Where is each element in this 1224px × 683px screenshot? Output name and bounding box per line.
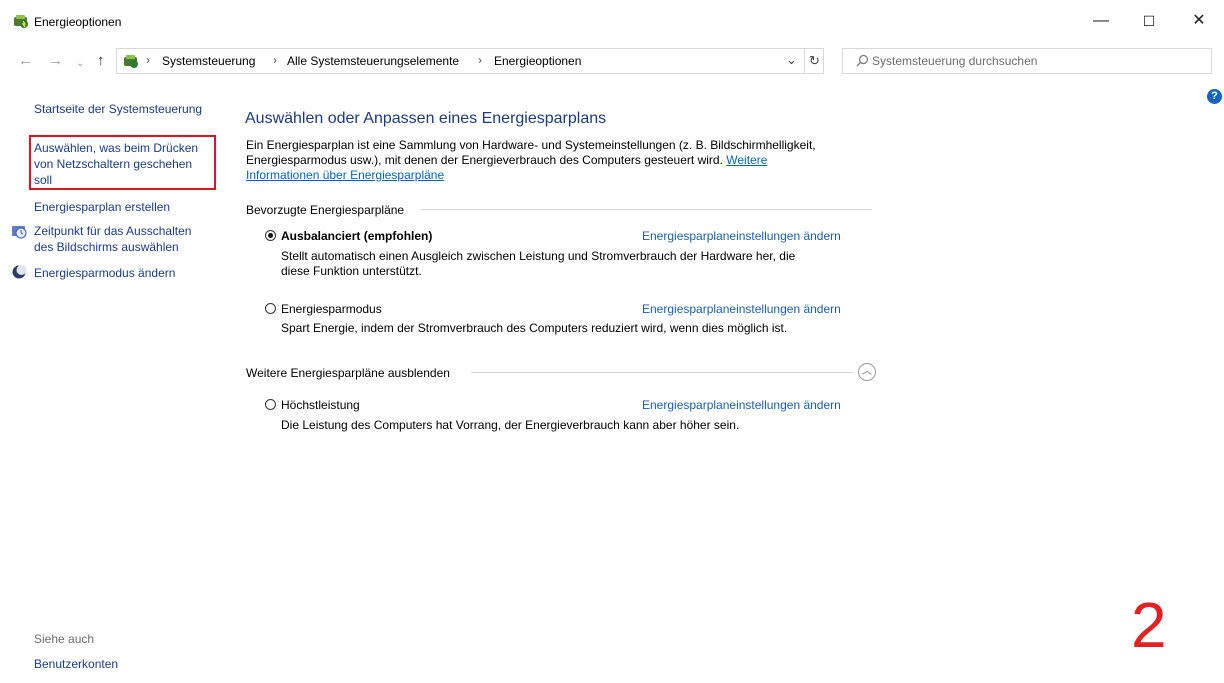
power-options-icon (14, 15, 28, 28)
sidebar-item-create-plan[interactable]: Energiesparplan erstellen (34, 199, 170, 215)
plan-name-balanced[interactable]: Ausbalanciert (empfohlen) (281, 229, 432, 243)
sidebar-item-label: Zeitpunkt für das Ausschalten (34, 224, 192, 238)
breadcrumb-separator: › (478, 53, 482, 67)
plan-radio-balanced[interactable] (265, 230, 276, 241)
sidebar-item-display-off[interactable]: Zeitpunkt für das Ausschalten des Bildsc… (34, 223, 191, 255)
up-arrow-icon[interactable]: ↑ (97, 52, 105, 70)
address-dropdown-chevron-icon[interactable]: ⌄ (786, 52, 797, 68)
sidebar-item-label: von Netzschaltern geschehen (34, 157, 193, 171)
more-info-link[interactable]: Weitere (726, 153, 767, 167)
plan-desc-high-performance: Die Leistung des Computers hat Vorrang, … (281, 418, 739, 433)
group-divider (421, 209, 872, 210)
sidebar-item-power-buttons[interactable]: Auswählen, was beim Drücken von Netzscha… (34, 140, 198, 188)
breadcrumb-separator: › (273, 53, 277, 67)
plan-name-high-performance[interactable]: Höchstleistung (281, 398, 360, 412)
search-icon (856, 54, 869, 67)
plan-radio-power-saver[interactable] (265, 303, 276, 314)
user-accounts-link[interactable]: Benutzerkonten (34, 656, 118, 672)
group-divider (471, 372, 853, 373)
annotation-number: 2 (1131, 589, 1167, 661)
see-also-heading: Siehe auch (34, 632, 95, 646)
sidebar-item-label: Auswählen, was beim Drücken (34, 141, 199, 155)
plan-desc-line: Stellt automatisch einen Ausgleich zwisc… (281, 249, 796, 263)
back-arrow-icon[interactable]: ← (18, 52, 33, 70)
maximize-button[interactable]: ☐ (1138, 10, 1160, 32)
breadcrumb-systemsteuerung[interactable]: Systemsteuerung (162, 54, 255, 68)
plan-settings-link-balanced[interactable]: Energiesparplaneinstellungen ändern (642, 229, 841, 243)
plan-desc-line: Die Leistung des Computers hat Vorrang, … (281, 418, 740, 432)
sidebar-home-link[interactable]: Startseite der Systemsteuerung (34, 101, 202, 117)
plan-desc-line: Spart Energie, indem der Stromverbrauch … (281, 321, 788, 335)
address-divider (804, 48, 805, 74)
plan-desc-line: diese Funktion unterstützt. (281, 264, 422, 278)
description-line: Energiesparmodus usw.), mit denen der En… (246, 153, 768, 167)
sidebar-item-label: des Bildschirms auswählen (34, 240, 179, 254)
plan-radio-high-performance[interactable] (265, 399, 276, 410)
description-line: Ein Energiesparplan ist eine Sammlung vo… (246, 138, 816, 152)
intro-description: Ein Energiesparplan ist eine Sammlung vo… (246, 138, 886, 183)
minimize-button[interactable]: — (1090, 10, 1112, 32)
plan-desc-power-saver: Spart Energie, indem der Stromverbrauch … (281, 321, 787, 336)
search-placeholder: Systemsteuerung durchsuchen (872, 54, 1038, 68)
recent-locations-chevron-icon[interactable]: ⌄ (76, 55, 84, 73)
plan-settings-link-high-performance[interactable]: Energiesparplaneinstellungen ändern (642, 398, 841, 412)
breadcrumb-energieoptionen[interactable]: Energieoptionen (494, 54, 581, 68)
breadcrumb-separator: › (146, 53, 150, 67)
sidebar-item-label: soll (34, 173, 53, 187)
monitor-clock-icon (12, 226, 27, 239)
preferred-plans-label: Bevorzugte Energiesparpläne (246, 203, 405, 217)
plan-settings-link-power-saver[interactable]: Energiesparplaneinstellungen ändern (642, 302, 841, 316)
plan-name-power-saver[interactable]: Energiesparmodus (281, 302, 382, 316)
sidebar-item-sleep-mode[interactable]: Energiesparmodus ändern (34, 265, 175, 281)
window-title: Energieoptionen (34, 15, 122, 29)
plan-desc-balanced: Stellt automatisch einen Ausgleich zwisc… (281, 249, 795, 279)
more-info-link-cont[interactable]: Informationen über Energiesparpläne (246, 168, 444, 182)
moon-sleep-icon (12, 265, 27, 279)
help-icon[interactable]: ? (1207, 89, 1222, 104)
page-title: Auswählen oder Anpassen eines Energiespa… (245, 110, 607, 127)
refresh-icon[interactable]: ↻ (809, 53, 820, 69)
title-bar: Energieoptionen — ☐ ✕ (0, 0, 1224, 44)
breadcrumb-alle-elemente[interactable]: Alle Systemsteuerungselemente (287, 54, 459, 68)
collapse-chevron-icon[interactable]: ︿ (858, 363, 876, 381)
more-plans-label: Weitere Energiesparpläne ausblenden (246, 366, 450, 380)
close-button[interactable]: ✕ (1188, 10, 1210, 32)
forward-arrow-icon[interactable]: → (48, 52, 63, 70)
control-panel-icon (124, 55, 138, 68)
